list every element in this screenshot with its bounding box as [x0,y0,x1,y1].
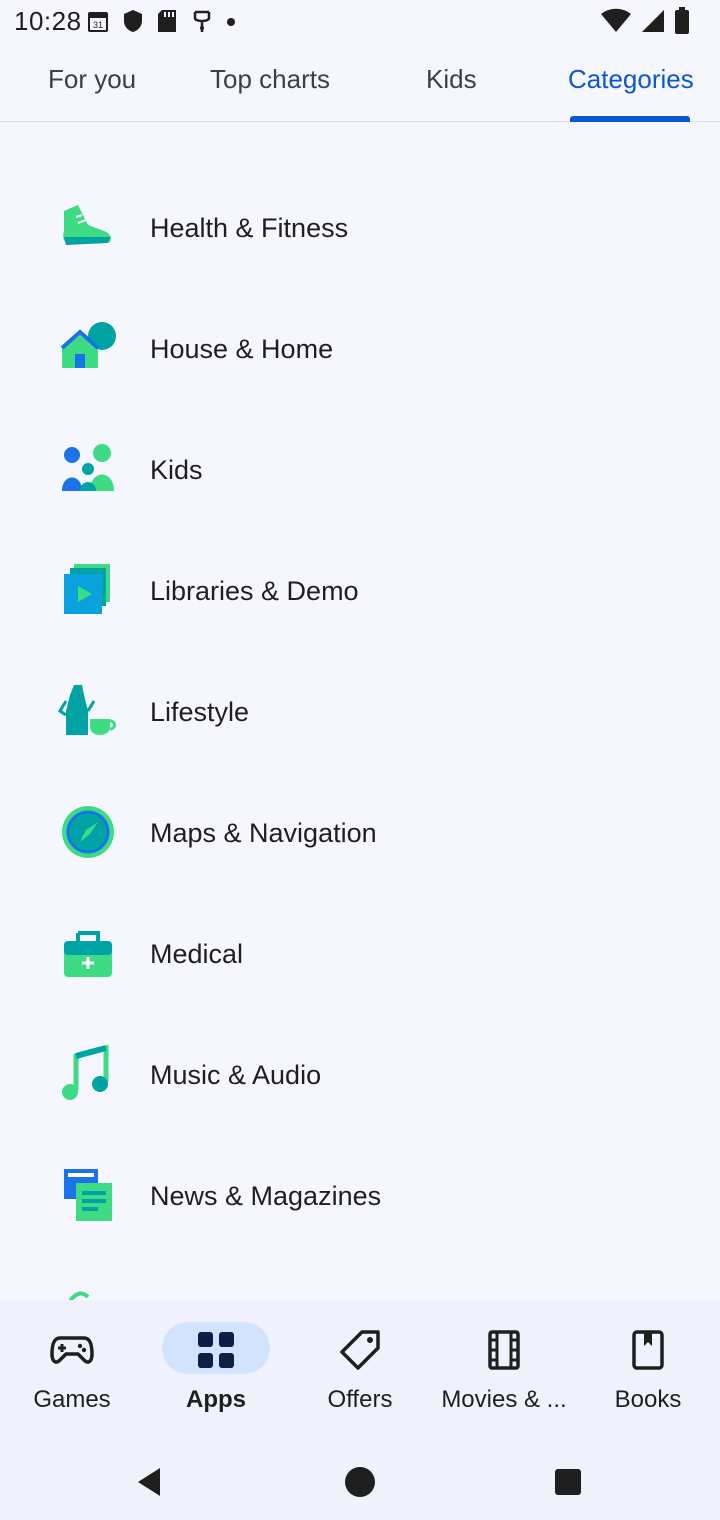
apps-grid-icon [198,1332,234,1368]
music-note-icon [62,1044,109,1100]
category-label: Lifestyle [150,697,250,727]
sneaker-icon [63,205,112,245]
category-house-home[interactable]: House & Home [0,288,720,409]
bookmark-icon [632,1330,664,1370]
top-tab-bar: For you Top charts Kids Categories [0,44,720,122]
category-kids[interactable]: Kids [0,409,720,530]
shield-icon [124,10,142,32]
status-time: 10:28 [14,6,82,36]
usb-icon [193,10,211,32]
recents-icon[interactable] [546,1460,590,1504]
signal-icon [642,10,664,32]
nav-offers[interactable]: Offers [288,1300,432,1440]
category-label: Medical [150,939,244,969]
partial-category-icon [68,1291,90,1300]
nav-label: Movies & ... [441,1386,567,1413]
category-label: House & Home [150,334,334,364]
category-music-audio[interactable]: Music & Audio [0,1014,720,1135]
play-stack-icon [64,564,110,614]
category-label: Kids [150,455,203,485]
nav-label: Offers [327,1386,393,1413]
home-icon[interactable] [338,1460,382,1504]
partial-category-icon [60,123,114,129]
nav-games[interactable]: Games [0,1300,144,1440]
newspaper-icon [64,1169,112,1221]
calendar-day: 31 [93,20,103,30]
bottom-navigation: Games Apps Offers Movies & ... Books [0,1300,720,1440]
category-libraries-demo[interactable]: Libraries & Demo [0,530,720,651]
category-maps-navigation[interactable]: Maps & Navigation [0,772,720,893]
nav-apps[interactable]: Apps [144,1300,288,1440]
category-label: Health & Fitness [150,213,349,243]
medical-kit-icon [64,931,112,977]
category-medical[interactable]: Medical [0,893,720,1014]
nav-label: Games [33,1386,111,1413]
status-notification-icons: 31 [86,6,236,36]
gamepad-icon [50,1336,94,1364]
category-health-fitness[interactable]: Health & Fitness [0,167,720,288]
category-label: Music & Audio [150,1060,322,1090]
family-icon [62,444,114,491]
tab-top-charts[interactable]: Top charts [210,64,330,95]
nav-books[interactable]: Books [576,1300,720,1440]
tab-kids[interactable]: Kids [426,64,477,95]
category-list[interactable]: Health & Fitness House & Home Kids Libra… [0,123,720,1300]
wifi-icon [601,8,631,32]
category-news-magazines[interactable]: News & Magazines [0,1135,720,1256]
film-icon [488,1330,520,1370]
tag-icon [340,1330,380,1370]
nav-label: Apps [186,1386,246,1413]
category-lifestyle[interactable]: Lifestyle [0,651,720,772]
house-icon [60,322,116,368]
tab-categories[interactable]: Categories [568,64,694,95]
system-navigation-bar [0,1440,720,1520]
active-tab-indicator [570,116,690,122]
category-label: Libraries & Demo [150,576,359,606]
status-system-icons [600,6,690,36]
battery-icon [675,7,689,34]
compass-icon [62,806,114,858]
nav-label: Books [614,1386,682,1413]
sd-card-icon [158,10,176,32]
calendar-icon: 31 [88,12,108,32]
category-label: Maps & Navigation [150,818,377,848]
nav-movies[interactable]: Movies & ... [432,1300,576,1440]
back-icon[interactable] [128,1460,172,1504]
status-bar: 10:28 31 [0,0,720,44]
coffee-pot-icon [58,685,116,735]
tab-for-you[interactable]: For you [48,64,136,95]
dot-icon [227,18,235,26]
category-label: News & Magazines [150,1181,382,1211]
